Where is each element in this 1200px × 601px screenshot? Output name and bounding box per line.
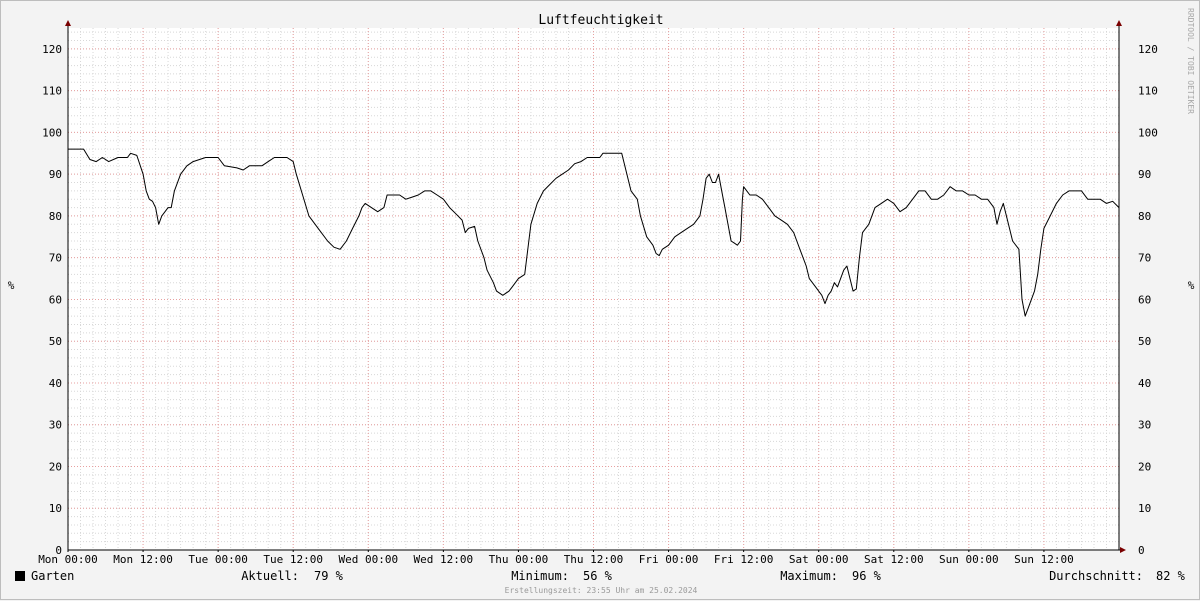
y-tick-labels-right: 0 10 20 30 40 50 60 70 80 90 100 110 120	[1138, 43, 1158, 557]
y-tick-label: 0	[1138, 544, 1145, 557]
y-tick-label: 90	[49, 168, 62, 181]
y-tick-label: 110	[1138, 85, 1158, 98]
humidity-chart: 0 10 20 30 40 50 60 70 80 90 100 110 120 0 10 20 30 40 50…	[8, 8, 1195, 595]
x-tick-label: Sat 12:00	[864, 553, 924, 566]
stat-min-value: 56 %	[583, 569, 613, 583]
y-tick-label: 70	[49, 252, 62, 265]
stat-current-value: 79 %	[314, 569, 344, 583]
x-axis-arrow	[1120, 547, 1126, 553]
y-tick-label: 20	[49, 460, 62, 473]
stat-avg-value: 82 %	[1156, 569, 1186, 583]
stat-avg-label: Durchschnitt:	[1049, 569, 1143, 583]
y-tick-label: 30	[1138, 419, 1151, 432]
y-tick-label: 40	[49, 377, 62, 390]
x-tick-label: Tue 00:00	[188, 553, 248, 566]
legend-series-name: Garten	[31, 569, 74, 583]
y-tick-label: 60	[49, 293, 62, 306]
chart-title: Luftfeuchtigkeit	[538, 13, 663, 28]
y-tick-label: 30	[49, 419, 62, 432]
x-tick-label: Fri 12:00	[714, 553, 774, 566]
footer-timestamp: Erstellungszeit: 23:55 Uhr am 25.02.2024	[505, 586, 698, 595]
y-tick-label: 80	[49, 210, 62, 223]
y-axis-arrow-left	[65, 20, 71, 26]
y-axis-arrow-right	[1116, 20, 1122, 26]
y-tick-label: 120	[1138, 43, 1158, 56]
y-tick-label: 60	[1138, 293, 1151, 306]
y-tick-label: 100	[42, 126, 62, 139]
y-tick-label: 20	[1138, 460, 1151, 473]
legend-color-swatch	[15, 571, 25, 581]
stat-max-label: Maximum:	[780, 569, 838, 583]
watermark: RRDTOOL / TOBI OETIKER	[1186, 8, 1195, 114]
x-tick-labels: Mon 00:00 Mon 12:00 Tue 00:00 Tue 12:00 Wed …	[38, 550, 1074, 566]
x-tick-label: Wed 12:00	[414, 553, 474, 566]
x-tick-label: Fri 00:00	[639, 553, 699, 566]
x-tick-label: Wed 00:00	[338, 553, 398, 566]
y-tick-label: 120	[42, 43, 62, 56]
y-tick-label: 50	[1138, 335, 1151, 348]
y-tick-label: 10	[1138, 502, 1151, 515]
stat-min-label: Minimum:	[511, 569, 569, 583]
graph-frame: 0 10 20 30 40 50 60 70 80 90 100 110 120 0 10 20 30 40 50…	[0, 0, 1200, 600]
x-tick-label: Thu 00:00	[489, 553, 549, 566]
x-tick-label: Mon 00:00	[38, 553, 98, 566]
y-tick-label: 100	[1138, 126, 1158, 139]
y-tick-labels-left: 0102030405060708090100110120	[42, 43, 62, 557]
y-tick-label: 50	[49, 335, 62, 348]
x-tick-label: Sun 12:00	[1014, 553, 1074, 566]
stat-current-label: Aktuell:	[241, 569, 299, 583]
x-tick-label: Thu 12:00	[564, 553, 624, 566]
y-axis-unit-right: %	[1188, 279, 1195, 292]
y-tick-label: 70	[1138, 252, 1151, 265]
y-tick-label: 80	[1138, 210, 1151, 223]
x-tick-label: Mon 12:00	[113, 553, 173, 566]
x-tick-label: Sun 00:00	[939, 553, 999, 566]
y-tick-label: 90	[1138, 168, 1151, 181]
x-tick-label: Tue 12:00	[263, 553, 323, 566]
x-tick-label: Sat 00:00	[789, 553, 849, 566]
y-tick-label: 40	[1138, 377, 1151, 390]
stat-max-value: 96 %	[852, 569, 882, 583]
y-tick-label: 10	[49, 502, 62, 515]
y-tick-label: 110	[42, 85, 62, 98]
y-axis-unit-left: %	[8, 279, 15, 292]
